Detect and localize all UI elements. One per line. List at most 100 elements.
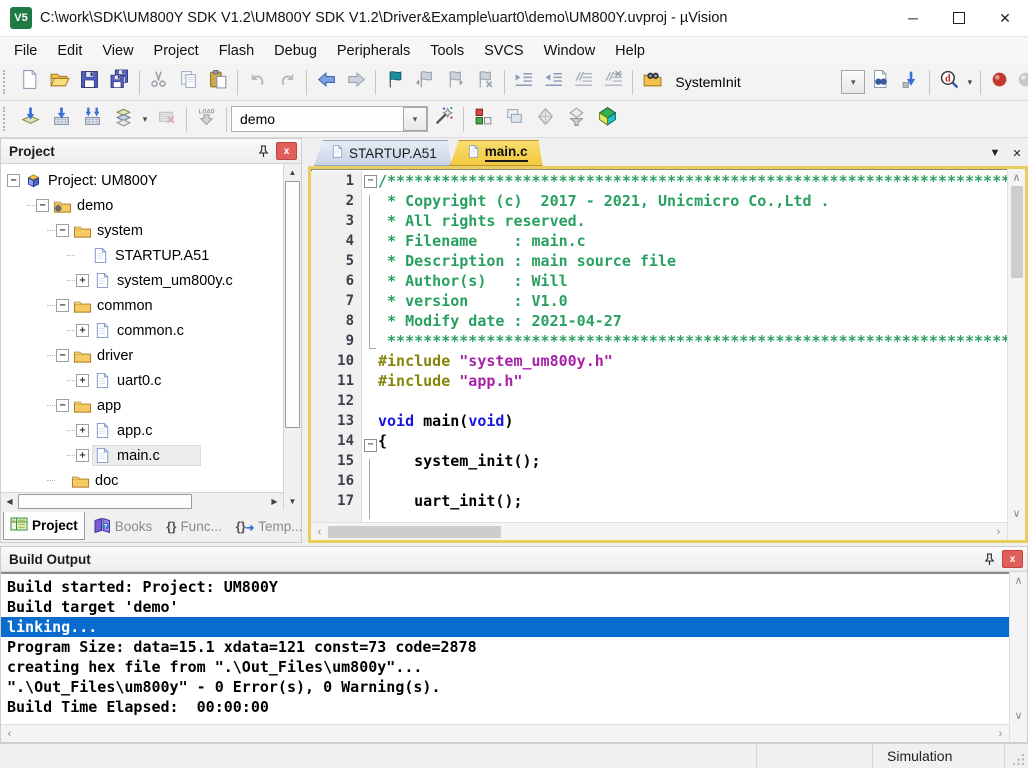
start-stop-debug-button[interactable]: d — [934, 68, 964, 97]
collapse-icon[interactable]: − — [56, 224, 69, 237]
menu-item-project[interactable]: Project — [144, 41, 209, 61]
fold-collapse-icon[interactable]: − — [364, 439, 377, 452]
find-combo[interactable]: SystemInit▾ — [667, 70, 865, 94]
tree-item-common.c[interactable]: +common.c — [1, 318, 283, 343]
pin-panel-button[interactable] — [253, 142, 273, 160]
build-button[interactable] — [46, 105, 77, 134]
stop-build-button[interactable] — [151, 105, 182, 134]
fold-marker[interactable]: − — [362, 175, 378, 195]
translate-button[interactable] — [15, 105, 46, 134]
incremental-find-button[interactable] — [895, 68, 925, 97]
find-in-files-button[interactable] — [865, 68, 895, 97]
download-button[interactable]: LOAD — [191, 105, 222, 134]
expand-icon[interactable]: + — [76, 449, 89, 462]
select-software-packs-button[interactable] — [530, 105, 561, 134]
scroll-up-icon[interactable]: ∧ — [1008, 169, 1025, 186]
clear-bookmarks-button[interactable] — [470, 68, 500, 97]
navigate-forward-button[interactable] — [341, 68, 371, 97]
uncomment-selection-button[interactable] — [599, 68, 629, 97]
close-panel-button[interactable]: x — [276, 142, 297, 160]
collapse-icon[interactable]: − — [56, 299, 69, 312]
build-output-vertical-scrollbar[interactable]: ∧ ∨ — [1009, 572, 1027, 724]
tree-item-demo[interactable]: −demo — [1, 193, 283, 218]
editor-vertical-scrollbar[interactable]: ∧ ∨ — [1007, 169, 1025, 522]
document-list-button[interactable]: ▼ — [984, 142, 1006, 164]
scroll-left-icon[interactable]: ◀ — [1, 493, 18, 510]
close-button[interactable]: ✕ — [982, 1, 1028, 35]
tree-item-app.c[interactable]: +app.c — [1, 418, 283, 443]
previous-bookmark-button[interactable] — [410, 68, 440, 97]
fold-marker[interactable]: − — [362, 439, 378, 459]
scroll-down-icon[interactable]: ∨ — [1010, 707, 1027, 724]
close-document-button[interactable]: ✕ — [1006, 142, 1028, 164]
menu-item-peripherals[interactable]: Peripherals — [327, 41, 420, 61]
save-all-button[interactable] — [105, 68, 135, 97]
scroll-down-icon[interactable]: ∨ — [1008, 505, 1025, 522]
manage-run-time-environment-button[interactable] — [468, 105, 499, 134]
target-select-combo-dropdown-button[interactable]: ▾ — [403, 107, 427, 131]
copy-button[interactable] — [173, 68, 203, 97]
panel-tab-temp[interactable]: {}➜Temp... — [230, 515, 309, 538]
document-tab-startup.a51[interactable]: STARTUP.A51 — [314, 140, 452, 166]
editor-horizontal-scrollbar[interactable]: ‹ › — [311, 522, 1007, 540]
close-panel-button[interactable]: x — [1002, 550, 1023, 568]
target-select-combo[interactable]: demo▾ — [231, 106, 428, 132]
batch-build-dropdown-caret-icon[interactable]: ▾ — [139, 114, 151, 125]
paste-button[interactable] — [203, 68, 233, 97]
save-button[interactable] — [75, 68, 105, 97]
scrollbar-thumb[interactable] — [18, 494, 192, 509]
pack-installer-button[interactable] — [592, 105, 623, 134]
resize-grip[interactable] — [1004, 744, 1028, 768]
next-bookmark-button[interactable] — [440, 68, 470, 97]
batch-build-button[interactable] — [108, 105, 139, 134]
target-options-button[interactable] — [428, 105, 459, 134]
scrollbar-thumb[interactable] — [285, 181, 300, 428]
debug-dropdown-caret-icon[interactable]: ▾ — [964, 77, 976, 88]
menu-item-view[interactable]: View — [92, 41, 143, 61]
menu-item-help[interactable]: Help — [605, 41, 655, 61]
expand-icon[interactable]: + — [76, 324, 89, 337]
scroll-down-icon[interactable]: ▼ — [283, 492, 301, 510]
scroll-right-icon[interactable]: › — [992, 725, 1009, 742]
maximize-button[interactable] — [936, 1, 982, 35]
menu-item-file[interactable]: File — [4, 41, 47, 61]
undo-button[interactable] — [242, 68, 272, 97]
tree-item-doc[interactable]: doc — [1, 468, 283, 492]
menu-item-svcs[interactable]: SVCS — [474, 41, 534, 61]
scroll-up-icon[interactable]: ▲ — [284, 164, 301, 181]
project-tree-horizontal-scrollbar[interactable]: ◀ ▶ — [1, 492, 283, 510]
pin-panel-button[interactable] — [979, 550, 999, 568]
flash-options-button[interactable] — [561, 105, 592, 134]
toolbar-grip[interactable] — [3, 70, 11, 94]
panel-tab-books[interactable]: ?Books — [87, 513, 159, 540]
expand-icon[interactable]: + — [76, 374, 89, 387]
tree-item-startup.a51[interactable]: STARTUP.A51 — [1, 243, 283, 268]
menu-item-debug[interactable]: Debug — [264, 41, 327, 61]
tree-item-project-um800y[interactable]: −Project: UM800Y — [1, 168, 283, 193]
navigate-back-button[interactable] — [311, 68, 341, 97]
menu-item-edit[interactable]: Edit — [47, 41, 92, 61]
tree-item-system[interactable]: −system — [1, 218, 283, 243]
toggle-bookmark-button[interactable] — [380, 68, 410, 97]
scroll-left-icon[interactable]: ‹ — [311, 523, 328, 540]
project-tree-vertical-scrollbar[interactable]: ▲ — [283, 164, 301, 492]
tree-item-common[interactable]: −common — [1, 293, 283, 318]
scrollbar-thumb[interactable] — [1011, 186, 1023, 278]
new-file-button[interactable] — [15, 68, 45, 97]
manage-project-items-button[interactable] — [499, 105, 530, 134]
collapse-icon[interactable]: − — [36, 199, 49, 212]
redo-button[interactable] — [272, 68, 302, 97]
comment-selection-button[interactable] — [569, 68, 599, 97]
find-combo-dropdown-button[interactable]: ▾ — [841, 70, 865, 94]
tree-item-app[interactable]: −app — [1, 393, 283, 418]
insert-breakpoint-button[interactable] — [985, 68, 1015, 97]
expand-icon[interactable]: + — [76, 274, 89, 287]
scrollbar-thumb[interactable] — [328, 526, 501, 538]
tree-item-driver[interactable]: −driver — [1, 343, 283, 368]
scroll-up-icon[interactable]: ∧ — [1010, 572, 1027, 589]
minimize-button[interactable]: ─ — [890, 1, 936, 35]
code-editor[interactable]: /***************************************… — [378, 171, 1007, 522]
tree-item-uart0.c[interactable]: +uart0.c — [1, 368, 283, 393]
outdent-button[interactable] — [539, 68, 569, 97]
rebuild-button[interactable] — [77, 105, 108, 134]
